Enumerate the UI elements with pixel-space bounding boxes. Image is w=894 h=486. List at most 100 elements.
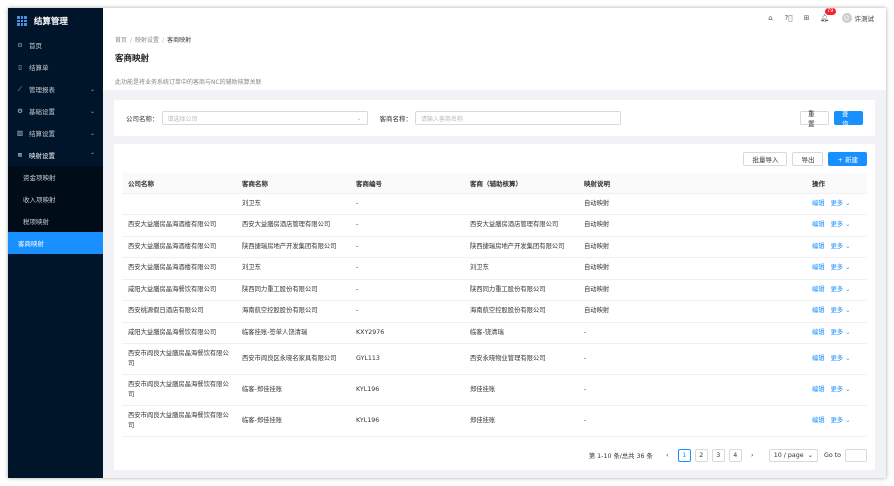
sidebar-subitem-3[interactable]: 客商映射 [8, 232, 103, 254]
app-window: 结算管理 ⊙ 首页 ▯ 结算单 ⟋ 管理报表 ⌄ ⚙ 基础设置 ⌄ ▥ 结算设置 ⌄ ≋ 映射设置 ⌃ 资金项映… [8, 8, 886, 478]
app-title: 结算管理 [33, 17, 68, 27]
column-header: 客商（辅助核算） [464, 173, 578, 194]
edit-link[interactable]: 编辑 [812, 221, 825, 228]
breadcrumb-separator: / [130, 37, 133, 44]
cell-company: 西安桃源假日酒店有限公司 [122, 300, 236, 323]
cell-desc: 自动映射 [578, 257, 806, 280]
more-dropdown[interactable]: 更多 ⌄ [831, 386, 851, 393]
apps-icon[interactable]: ⊞ [798, 14, 816, 22]
cell-merchant: 西安市阎良区永晓名家具有限公司 [236, 343, 350, 375]
page-number-button[interactable]: 3 [711, 449, 725, 462]
cell-actions: 编辑 更多 ⌄ [806, 257, 867, 280]
edit-link[interactable]: 编辑 [812, 286, 825, 293]
more-dropdown[interactable]: 更多 ⌄ [831, 221, 851, 228]
merchant-input-placeholder: 请输入客商名称 [421, 115, 464, 123]
more-dropdown[interactable]: 更多 ⌄ [831, 329, 851, 336]
page-number-button[interactable]: 1 [677, 449, 691, 462]
breadcrumb-parent[interactable]: 映射设置 [135, 37, 159, 44]
cell-company: 西安市阎良大益膳房晶海餐饮有限公司 [122, 405, 236, 437]
cell-merchant: 陕西同力重工股份有限公司 [236, 279, 350, 301]
edit-link[interactable]: 编辑 [812, 307, 825, 314]
more-dropdown[interactable]: 更多 ⌄ [831, 417, 851, 424]
cell-company: 咸阳大益膳房晶海餐饮有限公司 [122, 322, 236, 344]
edit-link[interactable]: 编辑 [812, 243, 825, 250]
company-select[interactable]: 请选择公司 ⌄ [161, 111, 368, 125]
table-row: 咸阳大益膳房晶海餐饮有限公司 陕西同力重工股份有限公司 - 陕西同力重工股份有限公司自… [122, 279, 867, 301]
next-page-button[interactable]: › [745, 449, 759, 462]
sidebar-subitem-1[interactable]: 收入项映射 [8, 188, 103, 210]
cell-company [122, 193, 236, 215]
table-card: 批量导入 导出 + 新建 公司名称 客商名称 客商编号 客商（辅助核算） 映射说明 操作 … [114, 144, 875, 470]
page-number-button[interactable]: 2 [694, 449, 708, 462]
chevron-up-icon: ⌃ [89, 151, 95, 159]
sidebar-subitem-2[interactable]: 税项映射 [8, 210, 103, 232]
home-icon[interactable]: ⌂ [762, 14, 780, 22]
line-chart-icon: ⟋ [17, 84, 23, 93]
more-dropdown[interactable]: 更多 ⌄ [831, 264, 851, 271]
edit-link[interactable]: 编辑 [812, 329, 825, 336]
table-row: 西安市阎良大益膳房晶海餐饮有限公司 临客-郑佳挂账 KYL196 郑佳挂账 - 编辑 更多 … [122, 405, 867, 437]
help-icon[interactable]: ?⃝ [780, 14, 798, 22]
batch-import-button[interactable]: 批量导入 [743, 152, 788, 166]
chevron-down-icon: ⌄ [807, 452, 813, 459]
cell-merchant: 陕西捷瑞房地产开发集团有限公司 [236, 236, 350, 258]
more-dropdown[interactable]: 更多 ⌄ [831, 200, 851, 207]
cell-actions: 编辑 更多 ⌄ [806, 279, 867, 301]
edit-link[interactable]: 编辑 [812, 355, 825, 362]
edit-link[interactable]: 编辑 [812, 386, 825, 393]
export-button[interactable]: 导出 [792, 152, 824, 166]
more-dropdown[interactable]: 更多 ⌄ [831, 355, 851, 362]
app-logo[interactable]: 结算管理 [8, 8, 103, 34]
table-body: 刘卫东 - 自动映射 编辑 更多 ⌄ 西安大益膳房晶海酒楼有限公司 西安大益膳房酒店管理有限… [122, 193, 867, 437]
edit-link[interactable]: 编辑 [812, 264, 825, 271]
sidebar: 结算管理 ⊙ 首页 ▯ 结算单 ⟋ 管理报表 ⌄ ⚙ 基础设置 ⌄ ▥ 结算设置 ⌄ ≋ 映射设置 ⌃ 资金项映… [8, 8, 103, 478]
table-row: 咸阳大益膳房晶海餐饮有限公司 临客挂账-签单人饶清瑞 KXY2976 临客-饶清瑞 - 编… [122, 322, 867, 344]
page-number-button[interactable]: 4 [728, 449, 742, 462]
sidebar-item-4[interactable]: ▥ 结算设置 ⌄ [8, 122, 103, 144]
more-dropdown[interactable]: 更多 ⌄ [831, 307, 851, 314]
sidebar-item-5[interactable]: ≋ 映射设置 ⌃ [8, 144, 103, 166]
cell-desc: 自动映射 [578, 279, 806, 301]
table-row: 西安市阎良大益膳房晶海餐饮有限公司 临客-郑佳挂账 KYL196 郑佳挂账 - 编辑 更多 … [122, 374, 867, 406]
goto-input[interactable] [845, 449, 867, 462]
cell-aux [464, 193, 578, 215]
table-header-row: 公司名称 客商名称 客商编号 客商（辅助核算） 映射说明 操作 [122, 173, 867, 194]
breadcrumb-separator: / [162, 37, 165, 44]
cell-code: - [350, 193, 464, 215]
cell-desc: 自动映射 [578, 214, 806, 237]
cell-actions: 编辑 更多 ⌄ [806, 405, 867, 437]
edit-link[interactable]: 编辑 [812, 417, 825, 424]
bell-icon[interactable]: 🔔︎ 79 [816, 8, 836, 22]
cell-merchant: 临客挂账-签单人饶清瑞 [236, 322, 350, 344]
sidebar-item-0[interactable]: ⊙ 首页 [8, 34, 103, 56]
page-header: 首页 / 映射设置 / 客商映射 客商映射 此功能是将业务系统订单中的客商与NC的辅助核… [103, 28, 886, 90]
cell-code: GYL113 [350, 343, 464, 375]
username[interactable]: 许测试 [855, 13, 875, 23]
cell-desc: - [578, 322, 806, 344]
sidebar-item-label: 结算单 [29, 64, 49, 72]
chevron-down-icon: ⌄ [89, 85, 95, 93]
gear-icon: ⚙ [17, 107, 23, 115]
filter-bar: 公司名称： 请选择公司 ⌄ 客商名称： 请输入客商名称 重 置 查 询 [114, 100, 875, 136]
prev-page-button[interactable]: ‹ [660, 449, 674, 462]
cell-desc: 自动映射 [578, 193, 806, 215]
table-row: 西安市阎良大益膳房晶海餐饮有限公司 西安市阎良区永晓名家具有限公司 GYL113 西安… [122, 343, 867, 375]
sidebar-item-label: 首页 [29, 42, 42, 50]
page-size-value: 10 / page [773, 452, 804, 459]
submenu-mapping: 资金项映射 收入项映射 税项映射 客商映射 [8, 166, 103, 254]
edit-link[interactable]: 编辑 [812, 200, 825, 207]
merchant-input[interactable]: 请输入客商名称 [415, 111, 621, 125]
sidebar-subitem-0[interactable]: 资金项映射 [8, 166, 103, 188]
more-dropdown[interactable]: 更多 ⌄ [831, 243, 851, 250]
sidebar-item-2[interactable]: ⟋ 管理报表 ⌄ [8, 78, 103, 100]
sidebar-item-1[interactable]: ▯ 结算单 [8, 56, 103, 78]
avatar[interactable]: ☺ [841, 13, 852, 23]
sidebar-item-3[interactable]: ⚙ 基础设置 ⌄ [8, 100, 103, 122]
more-dropdown[interactable]: 更多 ⌄ [831, 286, 851, 293]
new-button[interactable]: + 新建 [828, 152, 867, 166]
reset-button[interactable]: 重 置 [800, 110, 829, 128]
breadcrumb-home[interactable]: 首页 [115, 37, 127, 44]
page-size-select[interactable]: 10 / page ⌄ [768, 449, 818, 462]
search-button[interactable]: 查 询 [834, 110, 863, 128]
cell-company: 西安大益膳房晶海酒楼有限公司 [122, 236, 236, 258]
